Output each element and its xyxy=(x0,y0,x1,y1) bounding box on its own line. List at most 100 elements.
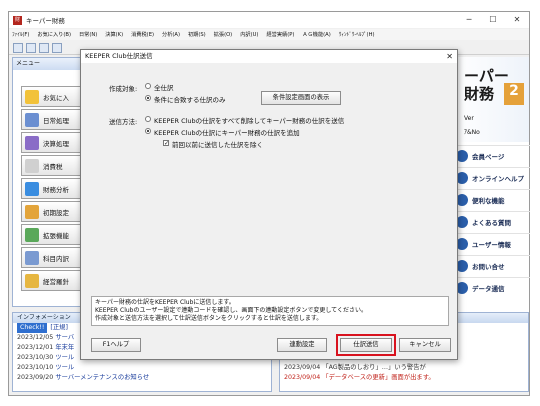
link-settings-button[interactable]: 連動設定 xyxy=(277,338,327,352)
menu-analysis[interactable]: 分析(A) xyxy=(162,31,180,38)
info-link[interactable]: サーバーメンテナンスのお知らせ xyxy=(55,374,149,381)
radio-delete-and-send[interactable] xyxy=(145,116,151,122)
exclude-previous-label[interactable]: 前回以前に送信した仕訳を除く xyxy=(172,139,263,149)
window-title: キーパー財務 xyxy=(26,17,65,25)
radio-add-entries-label[interactable]: KEEPER Clubの仕訳にキーパー財務の仕訳を追加 xyxy=(154,127,300,137)
info-date: 2023/10/10 xyxy=(17,364,54,371)
exclude-previous-checkbox[interactable]: ✓ xyxy=(163,140,169,147)
radio-matching-entries-label[interactable]: 条件に合致する仕訳のみ xyxy=(154,94,226,104)
menu-item-daily[interactable]: 日常処理 xyxy=(21,109,85,130)
menu-item-label: 日常処理 xyxy=(43,116,69,125)
info-link[interactable]: サーバ xyxy=(55,334,74,341)
menu-initial[interactable]: 初期(S) xyxy=(188,31,206,38)
description-line: KEEPER Clubのユーザー設定で連動コードを確認し、画面下の連動設定ボタン… xyxy=(95,307,367,314)
info-link[interactable]: ツール xyxy=(55,354,74,361)
info-date: 2023/10/30 xyxy=(17,354,54,361)
link-user-info[interactable]: ユーザー情報 xyxy=(452,233,530,253)
app-icon: 財 xyxy=(13,15,22,25)
dialog-title: KEEPER Club仕訳送信 xyxy=(85,52,153,60)
menu-tax[interactable]: 消費税(E) xyxy=(131,31,154,38)
link-useful-features[interactable]: 便利な機能 xyxy=(452,189,530,209)
f1-help-button[interactable]: F1ヘルプ xyxy=(91,338,141,352)
menu-closing[interactable]: 決算(K) xyxy=(105,31,123,38)
description-line: 作成対象と送信方法を選択して仕訳送信ボタンをクリックすると仕訳を送信します。 xyxy=(95,315,323,322)
target-label: 作成対象: xyxy=(109,85,138,93)
info-row[interactable]: 2023/10/10 ツール xyxy=(13,363,271,373)
menu-daily[interactable]: 日常(N) xyxy=(79,31,97,38)
bar-chart-icon xyxy=(25,181,39,196)
brand-name-line2: 財務 xyxy=(464,85,495,103)
menu-performance[interactable]: 経営実績(P) xyxy=(266,31,294,38)
link-online-help[interactable]: オンラインヘルプ xyxy=(452,167,530,187)
link-label: お問い合せ xyxy=(472,262,505,271)
link-faq[interactable]: よくある質問 xyxy=(452,211,530,231)
info-row[interactable]: 2023/09/20 サーバーメンテナンスのお知らせ xyxy=(13,373,271,383)
menu-ag[interactable]: ＡＧ機能(A) xyxy=(302,31,330,38)
ledger-icon xyxy=(25,135,39,150)
link-member-page[interactable]: 会員ページ xyxy=(452,145,530,165)
info-date: 2023/12/05 xyxy=(17,334,54,341)
radio-all-entries-label[interactable]: 全仕訳 xyxy=(154,82,174,92)
menu-item-tax[interactable]: 消費税 xyxy=(21,155,85,176)
keeper-club-send-dialog: KEEPER Club仕訳送信 ✕ 作成対象: 全仕訳 条件に合致する仕訳のみ … xyxy=(80,49,458,360)
brand-accent-badge: 2 xyxy=(504,83,524,105)
menu-item-label: 初期設定 xyxy=(43,208,69,217)
menu-item-breakdown[interactable]: 科目内訳 xyxy=(21,247,85,268)
gear-icon xyxy=(25,204,39,219)
menu-favorites[interactable]: お気に入り(B) xyxy=(37,31,71,38)
maximize-button[interactable]: ☐ xyxy=(481,12,505,28)
description-box: キーパー財務の仕訳をKEEPER Clubに送信します。 KEEPER Club… xyxy=(91,296,449,326)
info-link[interactable]: ツール xyxy=(55,364,74,371)
menu-extension[interactable]: 拡張(O) xyxy=(214,31,233,38)
version-label: Ver xyxy=(464,115,474,122)
menu-item-initial[interactable]: 初期設定 xyxy=(21,201,85,222)
toolbar-save-icon[interactable] xyxy=(13,42,23,53)
link-label: 会員ページ xyxy=(472,152,505,161)
link-label: よくある質問 xyxy=(472,218,511,227)
menu-breakdown[interactable]: 内訳(U) xyxy=(240,31,258,38)
radio-matching-entries[interactable] xyxy=(145,95,151,101)
method-label: 送信方法: xyxy=(109,118,138,126)
menu-item-analysis[interactable]: 財務分析 xyxy=(21,178,85,199)
condition-settings-button[interactable]: 条件設定画面の表示 xyxy=(261,91,341,105)
toolbar-preview-icon[interactable] xyxy=(39,42,49,53)
compass-icon xyxy=(25,273,39,288)
menu-item-closing[interactable]: 決算処理 xyxy=(21,132,85,153)
menu-item-label: 経営羅針 xyxy=(43,277,69,286)
link-label: データ通信 xyxy=(472,284,505,293)
check-badge-text[interactable]: [正規] xyxy=(50,324,68,331)
news-row[interactable]: 2023/09/04 「データベースの更新」画面が出ます。 xyxy=(280,373,528,383)
link-label: ユーザー情報 xyxy=(472,240,511,249)
radio-add-entries[interactable] xyxy=(145,128,151,134)
cancel-button[interactable]: キャンセル xyxy=(399,338,451,352)
link-label: 便利な機能 xyxy=(472,196,505,205)
news-row[interactable]: 2023/09/04 「AG製品のしおり」…」いう警告が xyxy=(280,363,528,373)
description-line: キーパー財務の仕訳をKEEPER Clubに送信します。 xyxy=(95,299,235,306)
menu-window-help[interactable]: ｳｨﾝﾄﾞｳ-ﾍﾙﾌﾟ(H) xyxy=(339,31,375,38)
radio-delete-and-send-label[interactable]: KEEPER Clubの仕訳をすべて削除してキーパー財務の仕訳を送信 xyxy=(154,115,344,125)
link-contact[interactable]: お問い合せ xyxy=(452,255,530,275)
toolbar-print-icon[interactable] xyxy=(26,42,36,53)
document-icon xyxy=(25,158,39,173)
radio-all-entries[interactable] xyxy=(145,83,151,89)
link-label: オンラインヘルプ xyxy=(472,174,524,183)
info-link[interactable]: 年末年 xyxy=(55,344,74,351)
minimize-button[interactable]: ─ xyxy=(457,12,481,28)
info-date: 2023/09/20 xyxy=(17,374,54,381)
star-icon xyxy=(25,89,39,104)
dialog-close-button[interactable]: ✕ xyxy=(446,50,453,63)
close-button[interactable]: ✕ xyxy=(505,12,529,28)
menu-file[interactable]: ﾌｧｲﾙ(F) xyxy=(12,31,29,38)
menu-item-label: 拡張機能 xyxy=(43,231,69,240)
menu-item-label: お気に入 xyxy=(43,93,69,102)
menu-item-compass[interactable]: 経営羅針 xyxy=(21,270,85,291)
link-data-transfer[interactable]: データ通信 xyxy=(452,277,530,297)
dialog-title-bar: KEEPER Club仕訳送信 ✕ xyxy=(81,50,457,63)
brand-panel: ーパー 財務 2 Ver ｱ&No 会員ページ オンラインヘルプ 便利な機能 よ… xyxy=(451,57,530,312)
menu-item-extension[interactable]: 拡張機能 xyxy=(21,224,85,245)
notebook-icon xyxy=(25,112,39,127)
toolbar-search-icon[interactable] xyxy=(52,42,62,53)
menu-item-label: 財務分析 xyxy=(43,185,69,194)
puzzle-icon xyxy=(25,227,39,242)
menu-item-favorites[interactable]: お気に入 xyxy=(21,86,85,107)
